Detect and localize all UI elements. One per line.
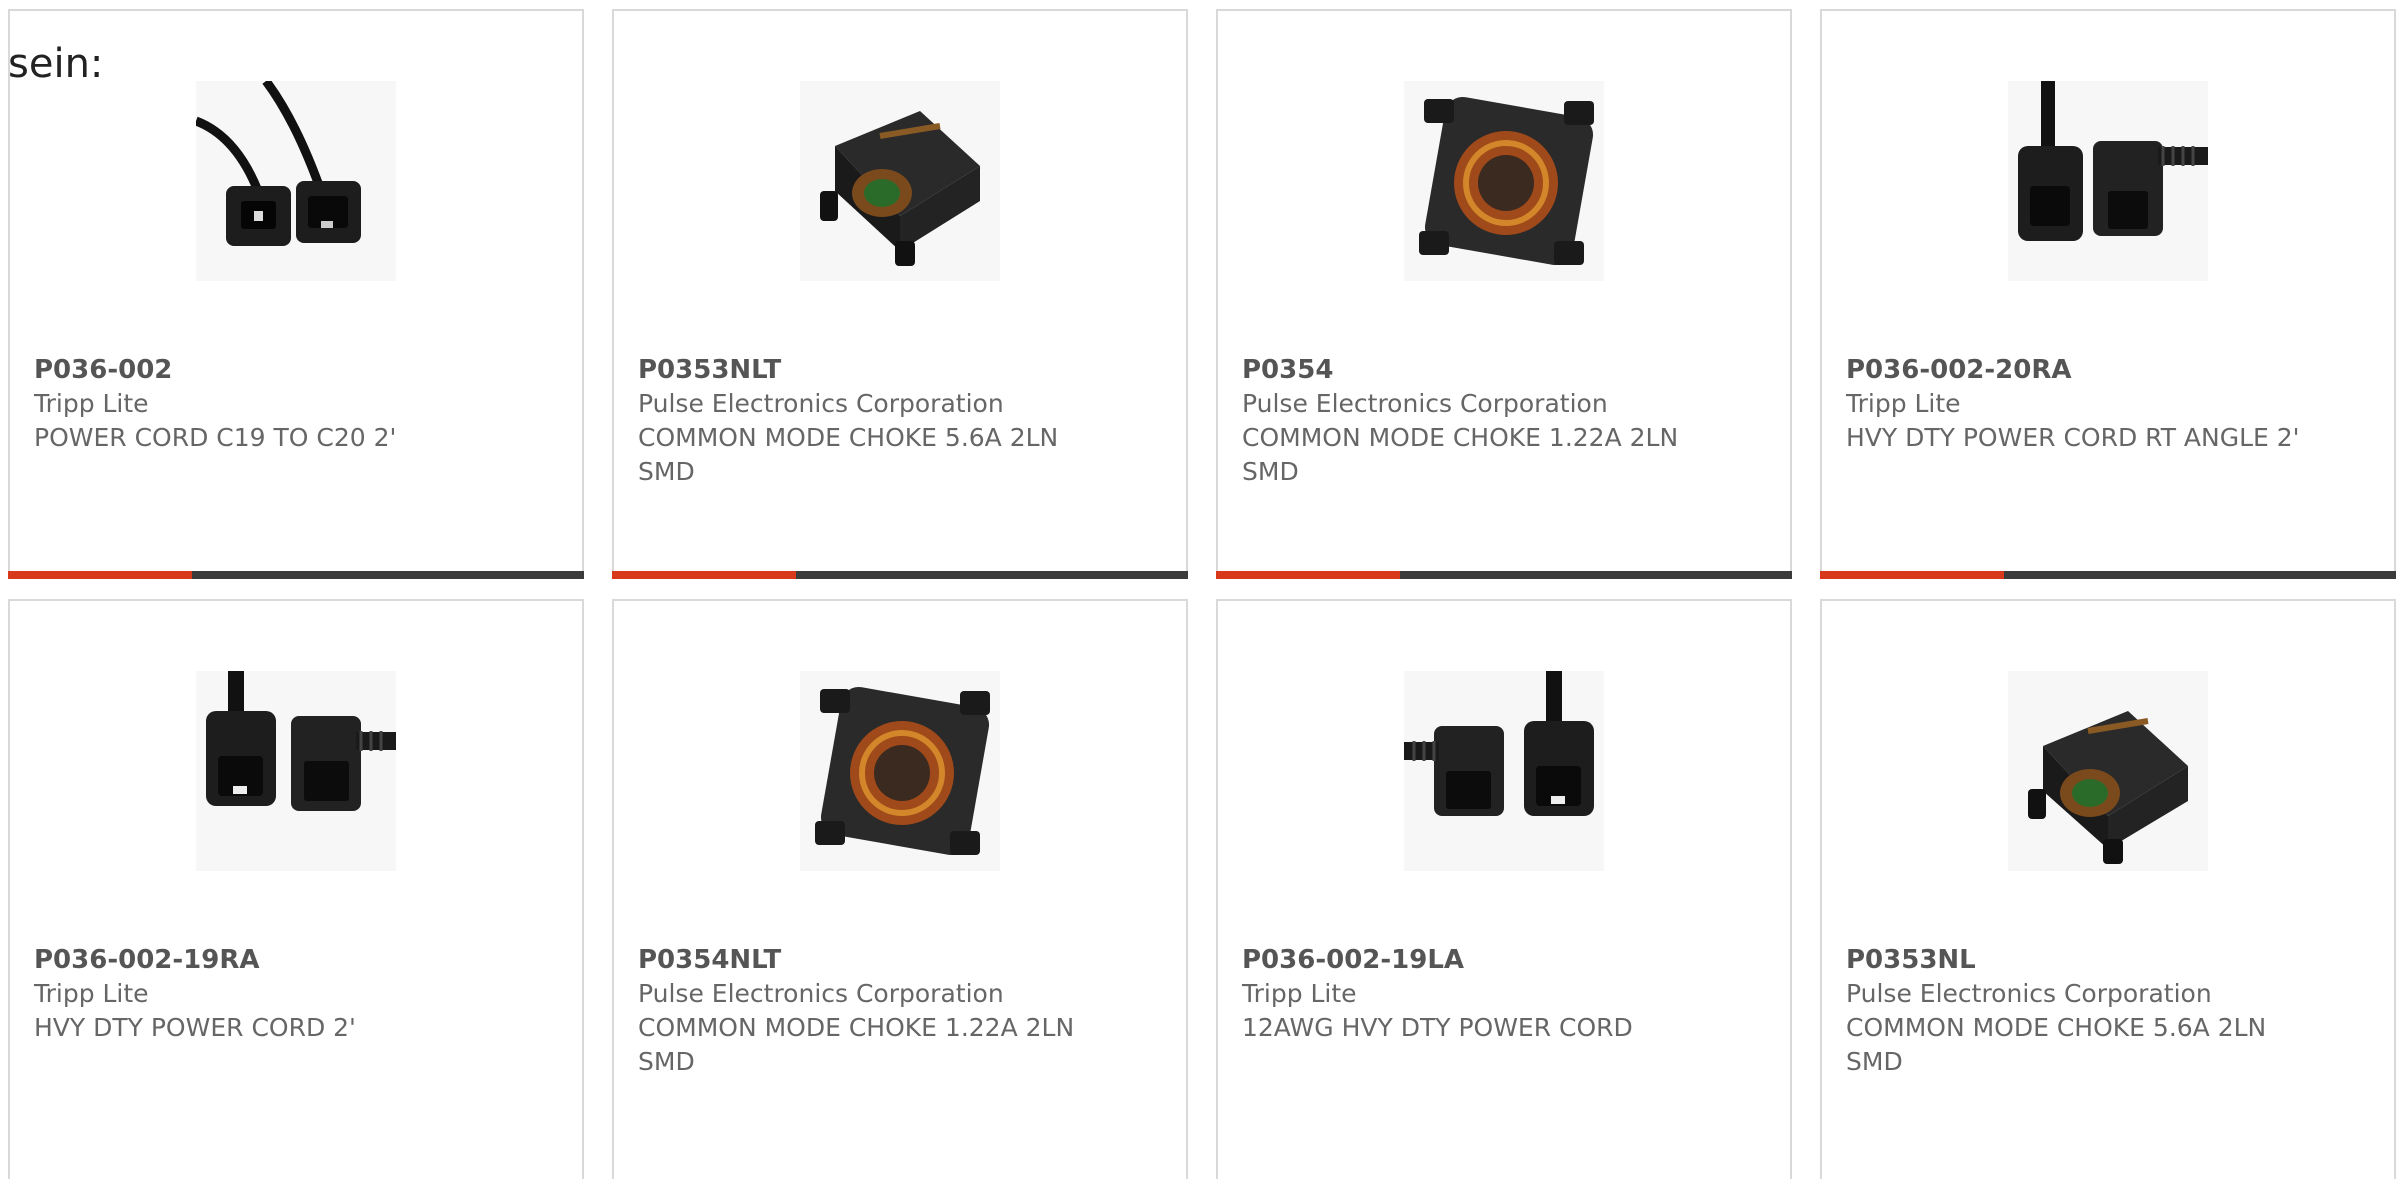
manufacturer: Pulse Electronics Corporation: [1846, 979, 2212, 1008]
smd-choke-icon: [2008, 671, 2208, 871]
product-card[interactable]: P0354 Pulse Electronics Corporation COMM…: [1216, 9, 1792, 579]
product-card[interactable]: P036-002-19LA Tripp Lite 12AWG HVY DTY P…: [1216, 599, 1792, 1179]
power-cord-icon: [196, 81, 396, 281]
manufacturer: Tripp Lite: [34, 979, 149, 1008]
card-bottom-bar: [612, 571, 1188, 579]
product-description: COMMON MODE CHOKE 5.6A 2LN SMD: [638, 423, 1059, 486]
manufacturer: Tripp Lite: [34, 389, 149, 418]
product-grid: P036-002 Tripp Lite POWER CORD C19 TO C2…: [0, 0, 2400, 1179]
toroid-choke-icon: [800, 671, 1000, 871]
product-description: COMMON MODE CHOKE 1.22A 2LN SMD: [1242, 423, 1679, 486]
manufacturer: Pulse Electronics Corporation: [1242, 389, 1608, 418]
part-number[interactable]: P036-002: [34, 353, 542, 387]
manufacturer: Pulse Electronics Corporation: [638, 389, 1004, 418]
product-image[interactable]: [196, 671, 396, 871]
product-card[interactable]: P0354NLT Pulse Electronics Corporation C…: [612, 599, 1188, 1179]
product-card[interactable]: P0353NLT Pulse Electronics Corporation C…: [612, 9, 1188, 579]
product-image[interactable]: [800, 671, 1000, 871]
product-image[interactable]: [800, 81, 1000, 281]
intro-text: sein:: [8, 41, 104, 87]
product-description: POWER CORD C19 TO C20 2': [34, 423, 397, 452]
manufacturer: Pulse Electronics Corporation: [638, 979, 1004, 1008]
product-card[interactable]: P036-002-20RA Tripp Lite HVY DTY POWER C…: [1820, 9, 2396, 579]
product-card[interactable]: P036-002-19RA Tripp Lite HVY DTY POWER C…: [8, 599, 584, 1179]
product-image[interactable]: [196, 81, 396, 281]
manufacturer: Tripp Lite: [1242, 979, 1357, 1008]
card-bottom-bar: [8, 571, 584, 579]
card-bottom-bar: [1216, 571, 1792, 579]
product-image[interactable]: [2008, 81, 2208, 281]
power-cord-left-angle-icon: [1404, 671, 1604, 871]
card-accent: [1216, 571, 1400, 579]
product-image[interactable]: [1404, 81, 1604, 281]
card-accent: [1820, 571, 2004, 579]
part-number[interactable]: P036-002-19RA: [34, 943, 542, 977]
part-number[interactable]: P0353NLT: [638, 353, 1146, 387]
power-cord-right-angle-icon: [2008, 81, 2208, 281]
part-number[interactable]: P036-002-19LA: [1242, 943, 1750, 977]
smd-choke-icon: [800, 81, 1000, 281]
product-description: COMMON MODE CHOKE 5.6A 2LN SMD: [1846, 1013, 2267, 1076]
toroid-choke-icon: [1404, 81, 1604, 281]
card-bottom-bar: [1820, 571, 2396, 579]
card-accent: [612, 571, 796, 579]
product-description: COMMON MODE CHOKE 1.22A 2LN SMD: [638, 1013, 1075, 1076]
product-card[interactable]: P036-002 Tripp Lite POWER CORD C19 TO C2…: [8, 9, 584, 579]
product-description: HVY DTY POWER CORD RT ANGLE 2': [1846, 423, 2300, 452]
product-image[interactable]: [1404, 671, 1604, 871]
part-number[interactable]: P0353NL: [1846, 943, 2354, 977]
product-description: 12AWG HVY DTY POWER CORD: [1242, 1013, 1633, 1042]
card-accent: [8, 571, 192, 579]
product-image[interactable]: [2008, 671, 2208, 871]
power-cord-right-angle-icon: [196, 671, 396, 871]
product-card[interactable]: P0353NL Pulse Electronics Corporation CO…: [1820, 599, 2396, 1179]
manufacturer: Tripp Lite: [1846, 389, 1961, 418]
part-number[interactable]: P0354: [1242, 353, 1750, 387]
product-description: HVY DTY POWER CORD 2': [34, 1013, 356, 1042]
part-number[interactable]: P036-002-20RA: [1846, 353, 2354, 387]
part-number[interactable]: P0354NLT: [638, 943, 1146, 977]
